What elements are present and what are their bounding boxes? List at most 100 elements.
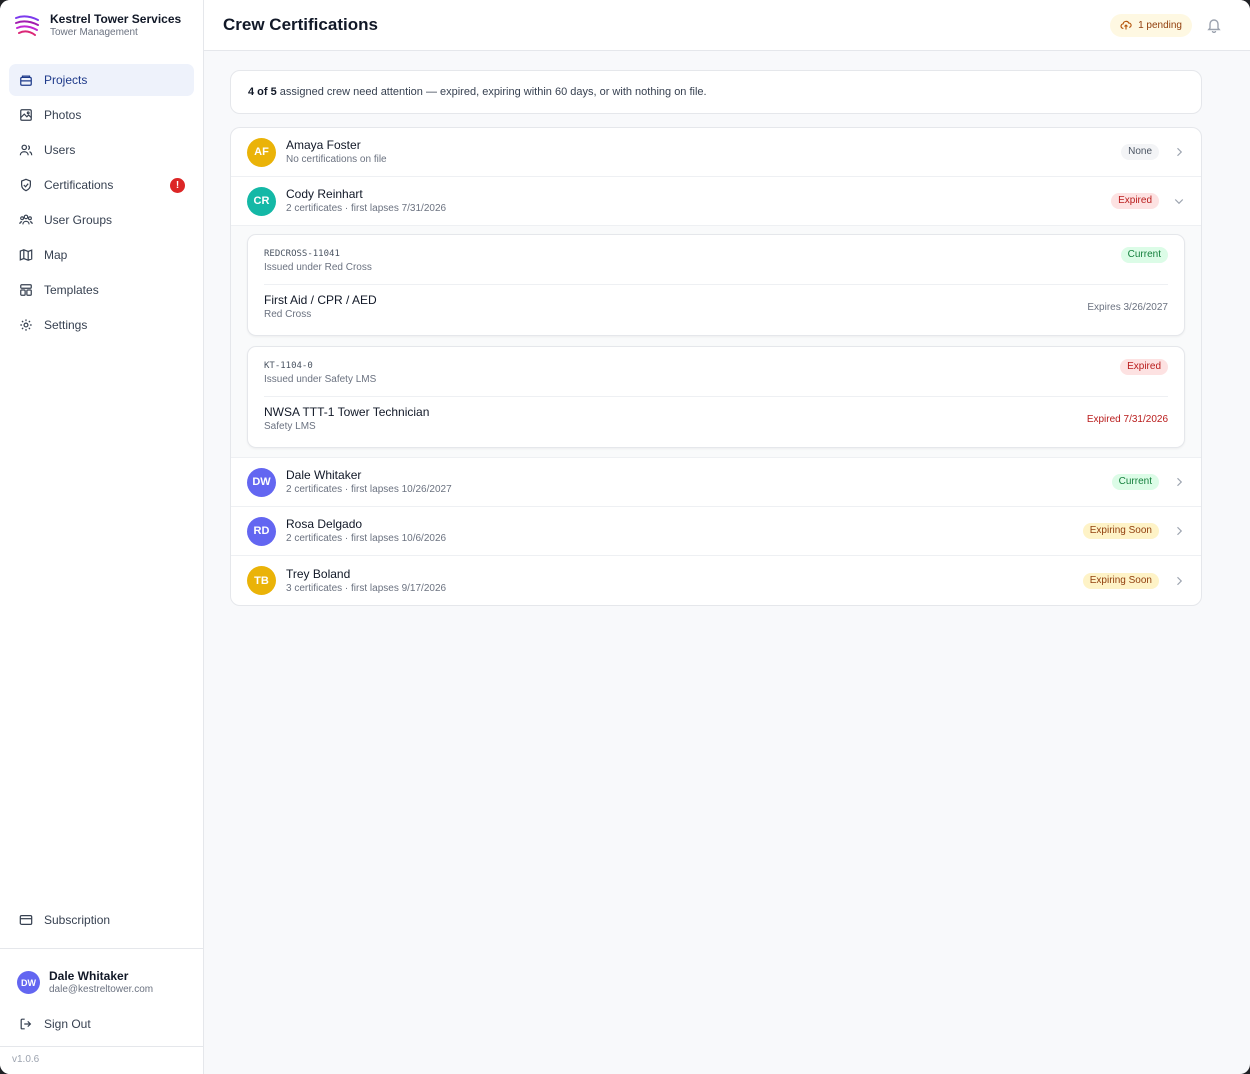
subscription-link[interactable]: Subscription (9, 904, 194, 936)
certificate-name: NWSA TTT-1 Tower Technician (264, 405, 430, 419)
shield-check-icon (21, 178, 31, 192)
attention-summary: 4 of 5 assigned crew need attention — ex… (230, 70, 1202, 114)
crew-meta: 2 certificates · first lapses 10/26/2027 (286, 484, 452, 495)
sidebar-item-label: Map (44, 248, 68, 262)
sidebar-item-label: User Groups (44, 213, 113, 227)
status-badge: Current (1111, 474, 1159, 490)
sidebar-item-label: Templates (44, 283, 99, 297)
crew-row[interactable]: TB Trey Boland 3 certificates · first la… (231, 556, 1201, 605)
status-badge: Expired (1120, 359, 1168, 375)
crew-meta: 2 certificates · first lapses 7/31/2026 (286, 203, 447, 214)
credit-card-icon (19, 915, 33, 925)
status-badge: Current (1120, 247, 1168, 263)
chevron-down-icon (1174, 199, 1184, 205)
avatar: RD (247, 516, 276, 546)
attention-text: assigned crew need attention — expired, … (279, 86, 707, 98)
chevron-right-icon (1177, 477, 1183, 487)
brand-title: Kestrel Tower Services (50, 11, 182, 26)
crew-meta: 2 certificates · first lapses 10/6/2026 (286, 533, 447, 544)
crew-row[interactable]: AF Amaya Foster No certifications on fil… (231, 128, 1201, 177)
certificate-expiry: Expired 7/31/2026 (1086, 413, 1168, 425)
sign-out-button[interactable]: Sign Out (9, 1008, 194, 1040)
main-content: Crew Certifications 1 pending 4 of 5 ass… (204, 0, 1250, 1074)
user-name: Dale Whitaker (49, 969, 129, 983)
crew-name: Amaya Foster (286, 138, 361, 152)
sidebar-item-certifications[interactable]: Certifications ! (9, 169, 194, 201)
status-badge: None (1121, 144, 1159, 160)
crew-meta: 3 certificates · first lapses 9/17/2026 (286, 582, 447, 594)
certificate-org: Red Cross (264, 309, 312, 320)
crew-row-expanded[interactable]: CR Cody Reinhart 2 certificates · first … (231, 177, 1201, 226)
certificate-name: First Aid / CPR / AED (264, 293, 377, 307)
app-version: v1.0.6 (0, 1046, 203, 1074)
certificate-issuer: Issued under Red Cross (264, 262, 372, 273)
sidebar-item-label: Settings (44, 318, 88, 332)
sidebar-item-settings[interactable]: Settings (9, 309, 194, 341)
certificate-org: Safety LMS (264, 421, 316, 432)
status-badge: Expiring Soon (1082, 523, 1159, 539)
status-badge: Expired (1111, 193, 1159, 209)
sidebar-item-map[interactable]: Map (9, 239, 194, 271)
sidebar-item-users[interactable]: Users (9, 134, 194, 166)
certificate-card: KT-1104-0 Issued under Safety LMS Expire… (247, 346, 1185, 448)
top-bar-actions: 1 pending (1110, 13, 1231, 37)
app-window: Kestrel Tower Services Tower Management … (0, 0, 1250, 1074)
sidebar-item-label: Certifications (44, 178, 114, 192)
pending-sync-button[interactable]: 1 pending (1110, 13, 1192, 37)
avatar: TB (247, 566, 276, 595)
pending-label: 1 pending (1138, 19, 1182, 31)
kestrel-logo-icon (15, 15, 39, 36)
chevron-right-icon (1177, 576, 1183, 585)
sidebar-item-templates[interactable]: Templates (9, 274, 194, 306)
crew-name: Trey Boland (286, 566, 351, 581)
sidebar-footer: Subscription DW Dale Whitaker dale@kestr… (0, 904, 203, 1040)
crew-name: Cody Reinhart (286, 187, 363, 201)
sidebar-item-user-groups[interactable]: User Groups (9, 204, 194, 236)
attention-count: 4 of 5 (248, 86, 277, 98)
certificate-expiry: Expires 3/26/2027 (1087, 301, 1168, 313)
crew-list: AF Amaya Foster No certifications on fil… (230, 127, 1202, 606)
user-groups-icon (19, 214, 33, 225)
sidebar-item-photos[interactable]: Photos (9, 99, 194, 131)
chevron-right-icon (1177, 147, 1183, 157)
templates-icon (20, 284, 32, 296)
avatar: DW (17, 971, 40, 994)
current-user[interactable]: DW Dale Whitaker dale@kestreltower.com (0, 949, 203, 996)
avatar: CR (247, 186, 276, 216)
sidebar-item-label: Projects (44, 73, 88, 87)
subscription-label: Subscription (44, 913, 111, 927)
sign-out-icon (20, 1018, 32, 1030)
gear-icon (20, 319, 32, 331)
sidebar-nav: Projects Photos Users Certifications ! U… (0, 50, 203, 341)
crew-row[interactable]: DW Dale Whitaker 2 certificates · first … (231, 458, 1201, 507)
map-icon (19, 249, 33, 261)
top-bar: Crew Certifications 1 pending (204, 0, 1250, 51)
projects-icon (20, 75, 32, 86)
crew-name: Rosa Delgado (286, 517, 363, 531)
certificate-id: REDCROSS-11041 (264, 249, 340, 259)
certifications-content: 4 of 5 assigned crew need attention — ex… (204, 51, 1250, 606)
brand-subtitle: Tower Management (50, 26, 138, 38)
sidebar-item-label: Photos (44, 108, 82, 122)
certificate-issuer: Issued under Safety LMS (264, 374, 377, 385)
brand[interactable]: Kestrel Tower Services Tower Management (0, 0, 203, 50)
crew-row[interactable]: RD Rosa Delgado 2 certificates · first l… (231, 507, 1201, 556)
photos-icon (20, 109, 32, 121)
sign-out-label: Sign Out (44, 1017, 91, 1031)
bell-icon[interactable] (1206, 17, 1222, 33)
alert-badge: ! (170, 178, 185, 193)
cloud-upload-icon (1120, 20, 1132, 30)
sidebar-item-projects[interactable]: Projects (9, 64, 194, 96)
crew-meta: No certifications on file (286, 154, 387, 165)
chevron-right-icon (1177, 526, 1183, 536)
users-icon (19, 144, 33, 156)
sidebar-item-label: Users (44, 143, 76, 157)
user-email: dale@kestreltower.com (49, 984, 154, 995)
certificate-details: REDCROSS-11041 Issued under Red Cross Cu… (231, 226, 1201, 458)
crew-name: Dale Whitaker (286, 468, 362, 482)
certificate-id: KT-1104-0 (264, 361, 313, 371)
certificate-card: REDCROSS-11041 Issued under Red Cross Cu… (247, 234, 1185, 336)
avatar: AF (247, 137, 276, 167)
status-badge: Expiring Soon (1082, 572, 1159, 589)
sidebar: Kestrel Tower Services Tower Management … (0, 0, 204, 1074)
